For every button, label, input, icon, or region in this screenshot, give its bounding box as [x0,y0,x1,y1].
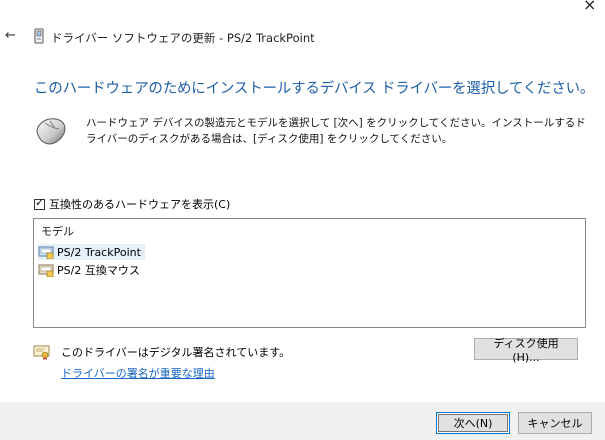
window-title: ドライバー ソフトウェアの更新 - PS/2 TrackPoint [51,31,315,45]
next-button[interactable]: 次へ(N) [436,412,510,434]
signature-status-text: このドライバーはデジタル署名されています。 [61,346,291,359]
driver-package-icon [38,264,54,277]
check-mark-icon: ✓ [35,195,45,209]
list-item-ps2-trackpoint[interactable]: PS/2 TrackPoint [38,244,145,260]
compatible-hardware-checkbox[interactable]: ✓ 互換性のあるハードウェアを表示(C) [34,196,230,212]
checkbox-label: 互換性のあるハードウェアを表示(C) [49,198,231,211]
mouse-icon [36,118,66,145]
instructions-text: ハードウェア デバイスの製造元とモデルを選択して [次へ] をクリックしてくださ… [86,117,586,145]
close-icon[interactable]: × [583,0,596,13]
cancel-button[interactable]: キャンセル [518,412,592,434]
have-disk-button[interactable]: ディスク使用(H)... [474,337,578,364]
signing-importance-link[interactable]: ドライバーの署名が重要な理由 [61,365,215,381]
footer-bar [0,402,605,440]
page-heading: このハードウェアのためにインストールするデバイス ドライバーを選択してください。 [34,81,595,97]
certificate-icon [33,345,50,360]
list-item-label: PS/2 互換マウス [57,264,140,277]
list-item-ps2-compatible-mouse[interactable]: PS/2 互換マウス [38,262,144,278]
driver-package-icon [38,246,54,259]
checkbox-box[interactable]: ✓ [34,195,45,210]
list-header-model: モデル [41,225,74,238]
device-manager-icon [34,28,44,44]
model-list[interactable]: モデル PS/2 TrackPoint PS/2 互換マウス [33,218,586,328]
back-arrow-icon[interactable]: ← [5,29,16,43]
list-item-label: PS/2 TrackPoint [57,245,141,259]
